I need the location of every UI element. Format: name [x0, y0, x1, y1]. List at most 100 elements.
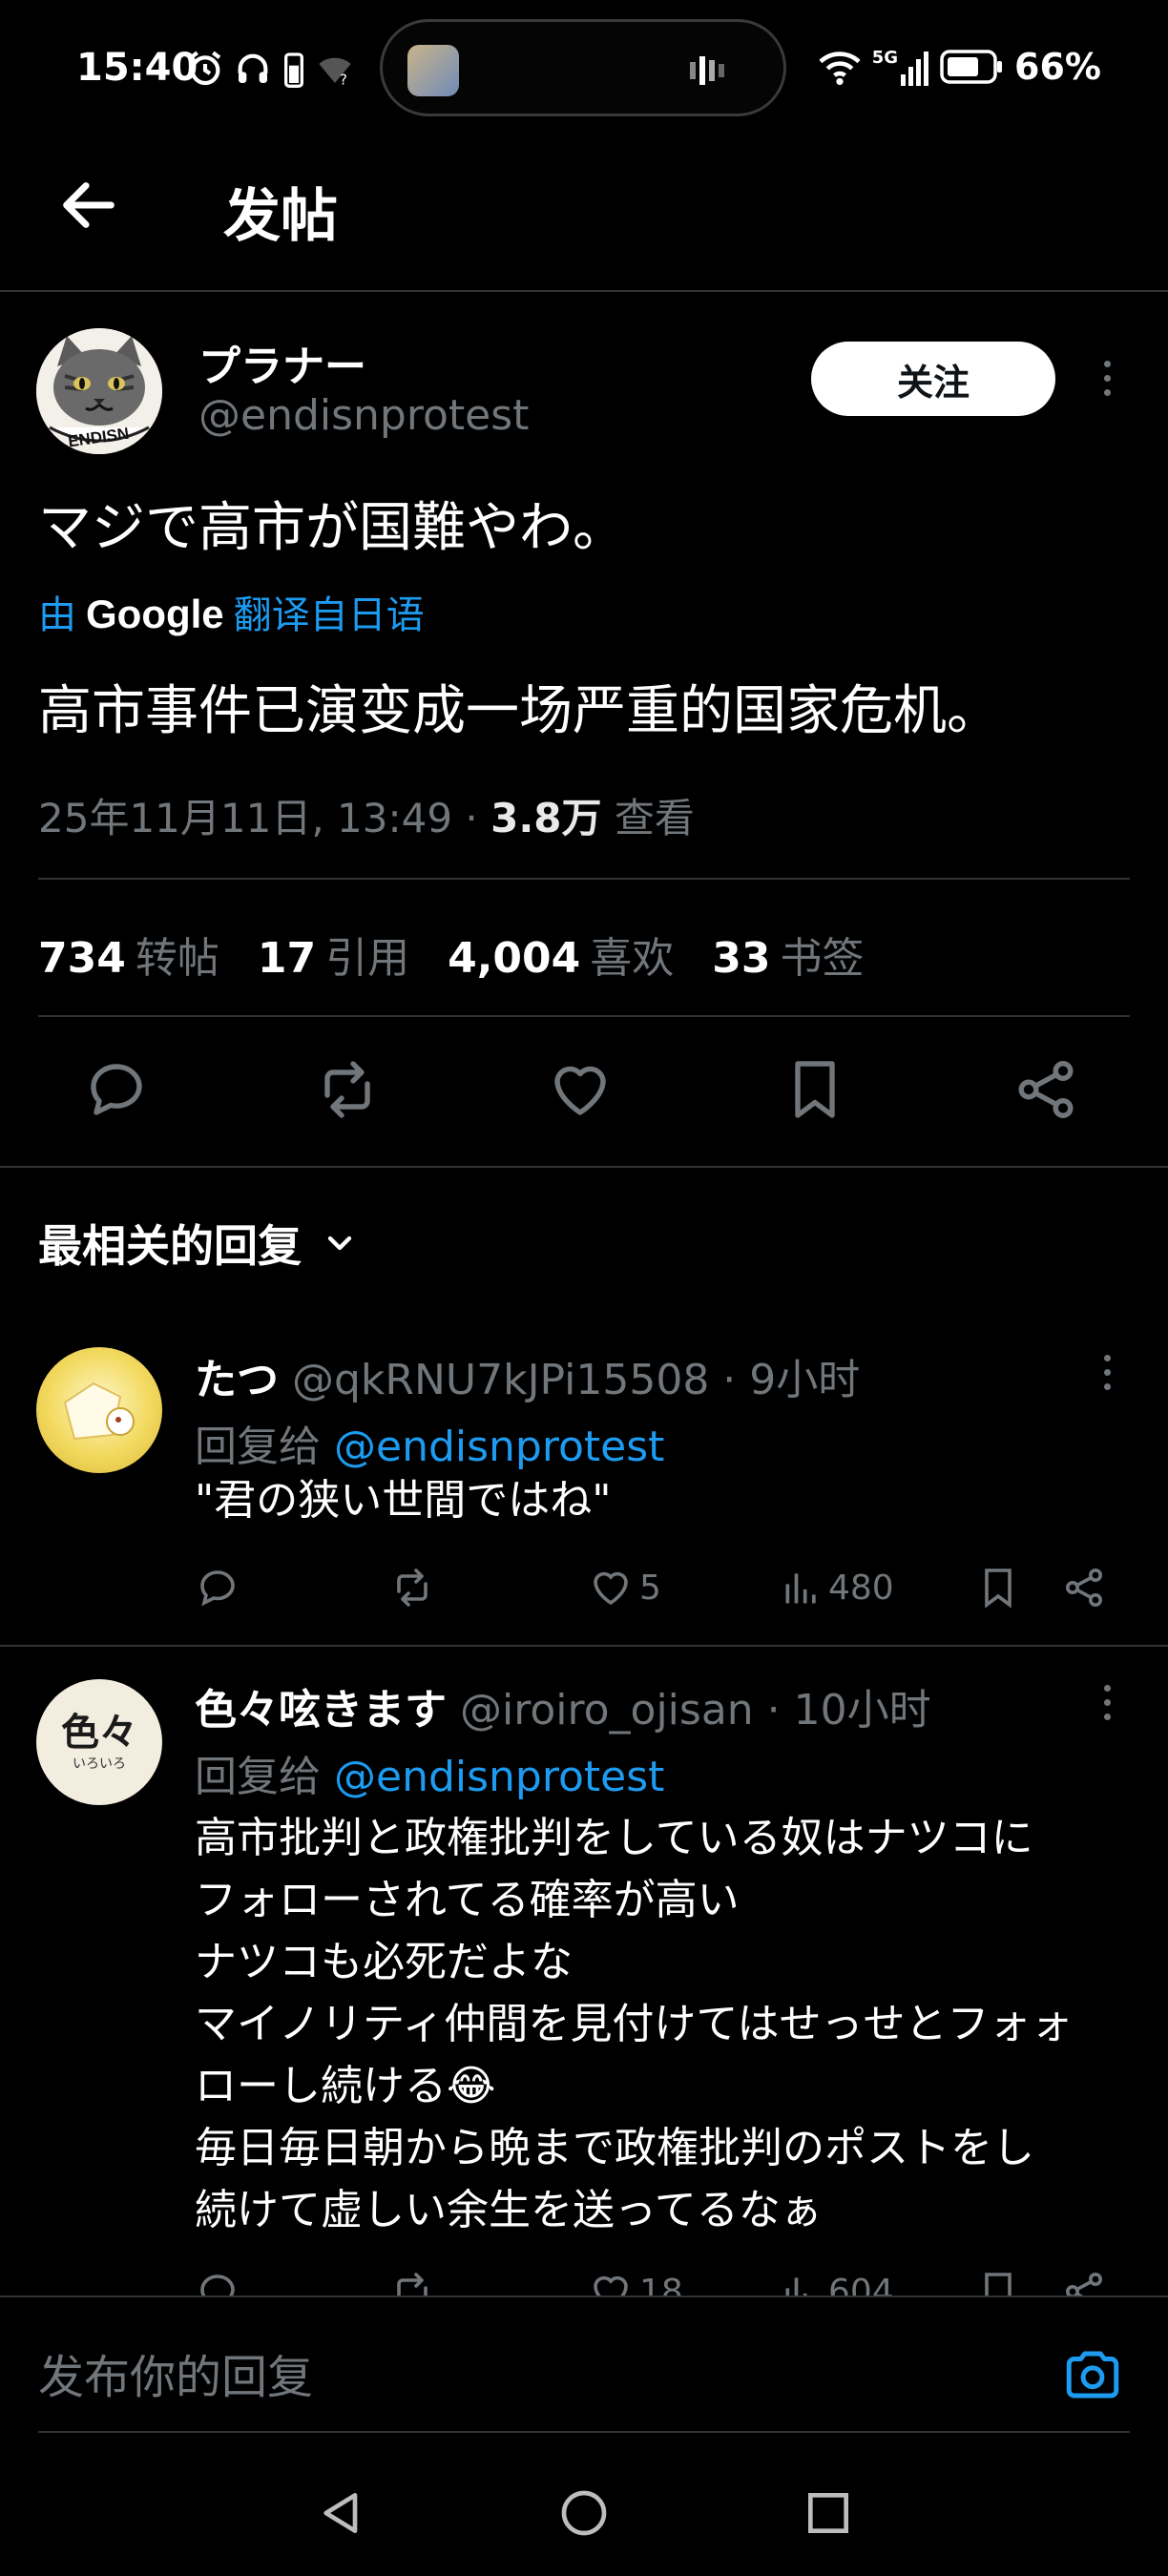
reply-repost-button[interactable] — [389, 2269, 435, 2296]
stat-count: 734 — [38, 934, 126, 983]
network-type: 5G — [871, 48, 899, 68]
reply-like-button[interactable]: 5 — [588, 1565, 661, 1610]
cartoon-avatar-icon — [63, 1381, 135, 1441]
stat-count: 17 — [257, 934, 317, 983]
reply-like-button[interactable]: 18 — [588, 2269, 683, 2296]
more-options-icon[interactable] — [1099, 361, 1115, 396]
reply-to-prefix: 回复给 — [195, 1753, 321, 1801]
cat-avatar-icon: ENDISN — [36, 328, 162, 454]
reply-header: 色々呟きます @iroiro_ojisan · 10小时 — [195, 1675, 931, 1736]
reply-item[interactable]: たつ @qkRNU7kJPi15508 · 9小时 回复给 @endisnprot… — [0, 1317, 1168, 1645]
stat-label: 转帖 — [135, 934, 219, 983]
reply-author-name[interactable]: たつ — [195, 1356, 279, 1404]
post-timestamp: 25年11月11日, 13:49 · 3.8万 查看 — [38, 786, 695, 844]
reply-more-icon[interactable] — [1099, 1685, 1115, 1720]
bookmark-icon — [985, 1568, 1012, 1609]
stat-reposts[interactable]: 734 转帖 — [38, 924, 219, 985]
like-icon[interactable] — [546, 1055, 615, 1124]
status-right: 5G 66% — [819, 46, 1101, 88]
nav-home-icon[interactable] — [557, 2486, 611, 2540]
reply-to-handle[interactable]: @endisnprotest — [334, 1423, 664, 1471]
google-logo: Google — [86, 592, 224, 636]
view-count: 604 — [828, 2272, 894, 2296]
like-icon — [594, 2275, 628, 2296]
reply-text: "君の狭い世間ではね" — [195, 1476, 612, 1525]
nav-recents-icon[interactable] — [802, 2486, 855, 2540]
share-icon[interactable] — [1012, 1055, 1080, 1124]
translation-attribution[interactable]: 由 Google 翻译自日语 — [38, 584, 425, 639]
stat-label: 书签 — [780, 934, 865, 983]
reply-icon — [200, 1570, 235, 1607]
wifi-off-icon: ? — [319, 57, 351, 88]
reply-text-line: 高市批判と政権批判をしている奴はナツコに — [195, 1814, 1033, 1862]
avatar-text: 色々 — [61, 1710, 137, 1755]
page-title: 发帖 — [223, 183, 338, 250]
nav-back-icon[interactable] — [315, 2486, 368, 2540]
stat-likes[interactable]: 4,004 喜欢 — [448, 924, 674, 985]
like-icon — [594, 1571, 628, 1606]
reply-author-handle[interactable]: @qkRNU7kJPi15508 · 9小时 — [292, 1356, 860, 1404]
dynamic-island[interactable] — [380, 19, 786, 116]
svg-text:?: ? — [340, 72, 347, 88]
reply-repost-button[interactable] — [389, 1565, 435, 1610]
reply-icon[interactable] — [82, 1055, 151, 1124]
reply-text-line: 続けて虚しい余生を送ってるなぁ — [195, 2186, 823, 2234]
views-count: 3.8万 — [490, 795, 602, 841]
reply-bookmark-button[interactable] — [975, 1565, 1021, 1610]
bookmark-icon[interactable] — [781, 1055, 849, 1124]
translate-prefix: 由 — [38, 593, 76, 637]
reply-views-button[interactable]: 480 — [781, 1565, 894, 1610]
reply-text: 高市批判と政権批判をしている奴はナツコに フォローされてる確率が高い ナツコも必… — [195, 1807, 1073, 2241]
reply-more-icon[interactable] — [1099, 1355, 1115, 1390]
author-avatar[interactable]: ENDISN — [36, 328, 162, 454]
reply-header: たつ @qkRNU7kJPi15508 · 9小时 — [195, 1345, 860, 1406]
actions-divider — [0, 1166, 1168, 1168]
media-indicator-icon — [690, 56, 724, 85]
follow-button[interactable]: 关注 — [811, 342, 1055, 416]
reply-comment-button[interactable] — [195, 2269, 240, 2296]
reply-author-handle[interactable]: @iroiro_ojisan · 10小时 — [460, 1686, 931, 1735]
headphones-icon — [238, 53, 268, 83]
translate-suffix: 翻译自日语 — [233, 593, 425, 637]
composer-divider-bottom — [38, 2431, 1130, 2433]
reply-bookmark-button[interactable] — [975, 2269, 1021, 2296]
back-arrow-icon[interactable] — [55, 172, 122, 239]
translated-text: 高市事件已演变成一场严重的国家危机。 — [38, 680, 1000, 742]
reply-text-line: マイノリティ仲間を見付けてはせっせとフォォ — [195, 2000, 1074, 2048]
status-left-icons: ? — [186, 50, 354, 88]
reply-avatar[interactable]: 色々 いろいろ — [36, 1679, 162, 1805]
stat-quotes[interactable]: 17 引用 — [258, 924, 409, 985]
author-name[interactable]: プラナー — [198, 332, 366, 393]
reply-item[interactable]: 色々 いろいろ 色々呟きます @iroiro_ojisan · 10小时 回复给 … — [0, 1647, 1168, 2296]
like-count: 5 — [639, 1568, 661, 1608]
stats-divider-bottom — [38, 1015, 1130, 1017]
stat-count: 33 — [712, 934, 771, 983]
views-chart-icon — [785, 2277, 807, 2296]
wifi-icon — [819, 52, 861, 86]
reply-text-line: ローし続ける😂 — [195, 2062, 496, 2110]
reply-text-line: 毎日毎日朝から晩まで政権批判のポストをし — [195, 2124, 1034, 2172]
reply-comment-button[interactable] — [195, 1565, 240, 1610]
bookmark-icon — [985, 2273, 1012, 2296]
author-handle[interactable]: @endisnprotest — [198, 391, 529, 440]
composer-divider-top — [0, 2296, 1168, 2297]
battery-icon — [940, 50, 1003, 84]
reply-share-button[interactable] — [1061, 1565, 1107, 1610]
reply-composer-input[interactable]: 发布你的回复 — [38, 2339, 313, 2406]
reply-share-button[interactable] — [1061, 2269, 1107, 2296]
reply-views-button[interactable]: 604 — [781, 2269, 894, 2296]
camera-icon[interactable] — [1061, 2343, 1124, 2406]
reply-to-handle[interactable]: @endisnprotest — [334, 1753, 664, 1801]
stat-bookmarks[interactable]: 33 书签 — [712, 924, 864, 985]
header-divider — [0, 290, 1168, 292]
stat-label: 喜欢 — [590, 934, 675, 983]
reply-avatar[interactable] — [36, 1347, 162, 1473]
repost-icon[interactable] — [313, 1055, 382, 1124]
status-time: 15:40 — [76, 46, 198, 90]
stats-divider-top — [38, 878, 1130, 880]
alarm-icon — [189, 51, 221, 86]
reply-author-name[interactable]: 色々呟きます — [195, 1686, 447, 1735]
replies-sort-dropdown[interactable]: 最相关的回复 — [38, 1212, 359, 1275]
app-thumbnail-icon — [407, 45, 459, 96]
reply-to-prefix: 回复给 — [195, 1423, 321, 1471]
